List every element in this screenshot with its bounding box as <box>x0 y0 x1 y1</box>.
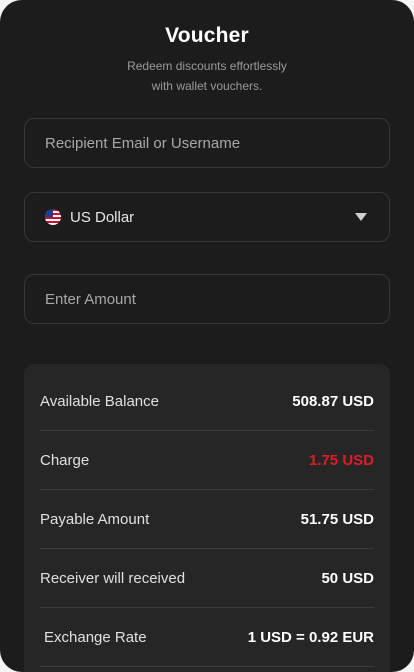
us-flag-icon <box>45 209 61 225</box>
amount-input[interactable] <box>45 290 369 308</box>
receiver-amount-value: 50 USD <box>321 569 374 587</box>
recipient-field <box>24 118 390 168</box>
summary-row-charge: Charge 1.75 USD <box>40 431 374 490</box>
page-subtitle: Redeem discounts effortlessly with walle… <box>0 56 414 96</box>
currency-select[interactable]: US Dollar <box>24 192 390 242</box>
payable-amount-value: 51.75 USD <box>300 510 374 528</box>
exchange-rate-value: 1 USD = 0.92 EUR <box>247 628 374 646</box>
available-balance-value: 508.87 USD <box>292 392 374 410</box>
amount-field <box>24 274 390 324</box>
summary-row-payable-amount: Payable Amount 51.75 USD <box>40 490 374 549</box>
page-title: Voucher <box>165 24 249 47</box>
subtitle-line-2: with wallet vouchers. <box>151 79 263 93</box>
summary-row-available-balance: Available Balance 508.87 USD <box>40 364 374 431</box>
voucher-screen: Voucher Redeem discounts effortlessly wi… <box>0 0 414 672</box>
payable-amount-label: Payable Amount <box>40 510 150 528</box>
subtitle-line-1: Redeem discounts effortlessly <box>127 59 287 73</box>
summary-row-receiver-amount: Receiver will received 50 USD <box>40 549 374 608</box>
currency-selected-value: US Dollar <box>70 208 135 226</box>
receiver-amount-label: Receiver will received <box>40 569 186 587</box>
summary-row-exchange-rate: Exchange Rate 1 USD = 0.92 EUR <box>40 608 374 667</box>
summary-panel: Available Balance 508.87 USD Charge 1.75… <box>24 364 390 672</box>
available-balance-label: Available Balance <box>40 392 159 410</box>
charge-label: Charge <box>40 451 90 469</box>
exchange-rate-label: Exchange Rate <box>44 628 147 646</box>
caret-down-icon[interactable] <box>355 213 367 221</box>
recipient-input[interactable] <box>45 134 369 152</box>
charge-value: 1.75 USD <box>308 451 374 469</box>
